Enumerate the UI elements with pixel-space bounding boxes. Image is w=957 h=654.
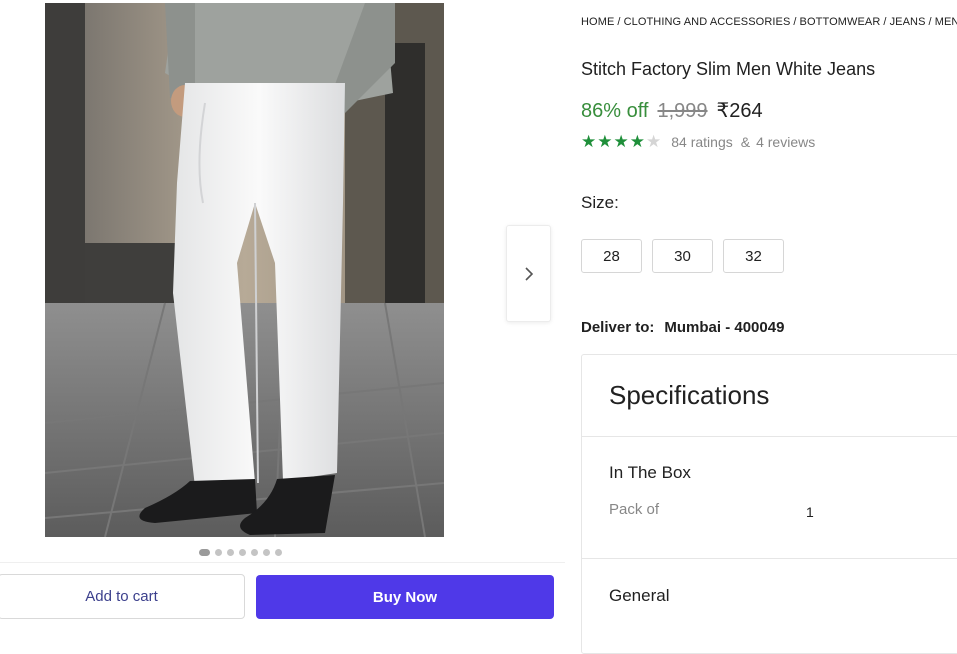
divider	[582, 436, 957, 437]
breadcrumb: HOME / CLOTHING AND ACCESSORIES / BOTTOMWEAR…	[581, 16, 957, 28]
carousel-dot[interactable]	[251, 549, 258, 556]
divider	[582, 558, 957, 559]
breadcrumb-separator: /	[928, 16, 932, 28]
size-options: 28 30 32	[581, 239, 784, 273]
delivery-pincode[interactable]: Mumbai - 400049	[664, 319, 784, 336]
breadcrumb-separator: /	[617, 16, 621, 28]
star-rating: ★ ★ ★ ★ ★	[581, 133, 661, 150]
spec-section-title: General	[609, 586, 670, 605]
next-image-button[interactable]	[506, 225, 551, 322]
reviews-count: 4 reviews	[756, 133, 816, 150]
carousel-dot[interactable]	[215, 549, 222, 556]
price-row: 86% off 1,999 ₹264	[581, 98, 763, 123]
buy-now-button[interactable]: Buy Now	[256, 575, 554, 619]
add-to-cart-button[interactable]: Add to cart	[0, 574, 245, 619]
size-label: Size:	[581, 193, 619, 212]
product-image[interactable]	[45, 3, 444, 537]
carousel-dot[interactable]	[275, 549, 282, 556]
rating-summary[interactable]: ★ ★ ★ ★ ★ 84 ratings & 4 reviews	[581, 133, 815, 150]
carousel-dot[interactable]	[199, 549, 210, 556]
spec-section-title: In The Box	[609, 463, 691, 482]
size-option[interactable]: 28	[581, 239, 642, 273]
star-icon: ★	[597, 132, 613, 151]
product-photo-illustration	[45, 3, 444, 537]
breadcrumb-item[interactable]: CLOTHING AND ACCESSORIES	[624, 16, 791, 28]
deliver-label: Deliver to:	[581, 319, 655, 336]
specifications-panel: Specifications In The Box Pack of 1 Gene…	[581, 354, 957, 654]
image-carousel-indicator	[199, 549, 282, 556]
star-icon: ★	[629, 132, 645, 151]
carousel-dot[interactable]	[263, 549, 270, 556]
delivery-location: Deliver to: Mumbai - 400049	[581, 319, 784, 336]
breadcrumb-separator: /	[793, 16, 797, 28]
size-option[interactable]: 32	[723, 239, 784, 273]
carousel-dot[interactable]	[239, 549, 246, 556]
size-option[interactable]: 30	[652, 239, 713, 273]
breadcrumb-separator: /	[883, 16, 887, 28]
star-icon: ★	[581, 132, 597, 151]
product-title: Stitch Factory Slim Men White Jeans	[581, 59, 876, 79]
breadcrumb-item[interactable]: JEANS	[890, 16, 926, 28]
original-price: 1,999	[657, 100, 708, 122]
ratings-joiner: &	[740, 133, 751, 150]
discount-percent: 86% off	[581, 100, 649, 122]
spec-key: Pack of	[609, 501, 660, 518]
star-icon: ★	[613, 132, 629, 151]
breadcrumb-item[interactable]: BOTTOMWEAR	[800, 16, 881, 28]
ratings-count: 84 ratings	[671, 133, 733, 150]
chevron-right-icon	[524, 266, 533, 281]
selling-price: ₹264	[716, 100, 763, 122]
carousel-dot[interactable]	[227, 549, 234, 556]
star-icon: ★	[646, 132, 662, 151]
breadcrumb-item[interactable]: HOME	[581, 16, 614, 28]
breadcrumb-item[interactable]: MEN	[935, 16, 957, 28]
specifications-title: Specifications	[609, 380, 770, 410]
spec-value: 1	[806, 504, 814, 520]
